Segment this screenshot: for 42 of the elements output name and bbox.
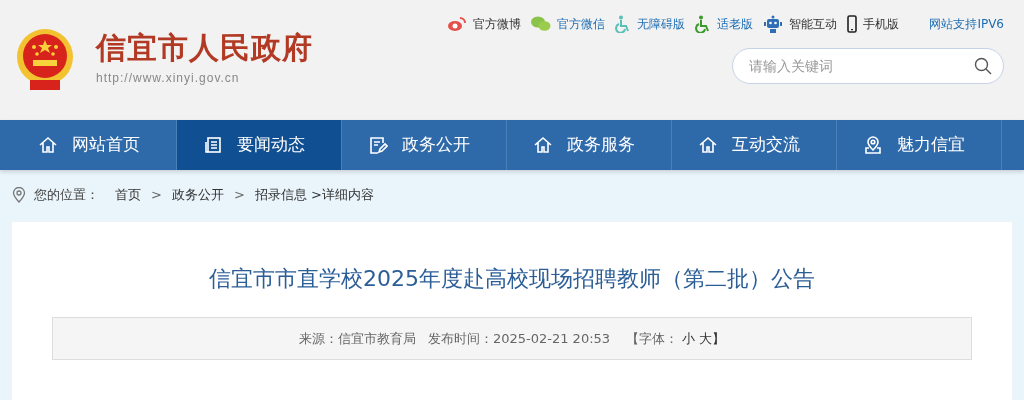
top-link[interactable]: 无障碍版 <box>637 15 686 33</box>
top-link[interactable]: 手机版 <box>863 15 900 33</box>
nav-tab[interactable]: 政务服务 <box>507 120 672 170</box>
location-icon <box>863 135 883 155</box>
source-text: 来源：信宜市教育局 <box>298 329 416 348</box>
emblem-icon <box>16 28 74 92</box>
nav-tab[interactable]: 要闻动态 <box>177 120 342 170</box>
weibo-icon <box>447 16 468 32</box>
search-icon[interactable] <box>974 57 992 75</box>
site-title: 信宜市人民政府 <box>96 33 313 63</box>
font-size-label: 【字体： <box>626 329 679 348</box>
top-link[interactable]: 官方微博 <box>473 15 522 33</box>
nav-tab[interactable]: 政务公开 <box>342 120 507 170</box>
top-link[interactable]: 适老版 <box>717 15 754 33</box>
document-edit-icon <box>368 135 388 155</box>
article-title: 信宜市市直学校2025年度赴高校现场招聘教师（第二批）公告 <box>208 265 816 293</box>
wheelchair-icon <box>615 15 632 33</box>
search-field[interactable]: 请输入关键词 <box>732 48 1004 84</box>
chat-bubbles-icon <box>531 16 552 32</box>
home-icon <box>38 135 58 155</box>
nav-tab[interactable]: 魅力信宜 <box>837 120 1002 170</box>
publish-time: 发布时间：2025-02-21 20:53 <box>427 329 611 348</box>
font-small-link[interactable]: 小 <box>682 328 696 349</box>
site-url: http://www.xinyi.gov.cn <box>96 70 241 87</box>
nav-tab[interactable]: 互动交流 <box>672 120 837 170</box>
ipv6-link[interactable]: 网站支持IPV6 <box>929 15 1004 33</box>
document-icon <box>203 135 223 155</box>
location-icon <box>12 187 26 203</box>
breadcrumb-link[interactable]: 政务公开 <box>171 185 224 205</box>
phone-icon <box>847 15 858 33</box>
home-icon <box>533 135 553 155</box>
breadcrumb-link[interactable]: 招录信息 >详细内容 <box>254 185 374 205</box>
home-icon <box>698 135 718 155</box>
breadcrumb-label: 您的位置： <box>34 186 99 205</box>
top-link[interactable]: 智能互动 <box>789 15 838 33</box>
wheelchair-icon <box>695 15 712 33</box>
breadcrumb-separator: > <box>232 186 246 205</box>
robot-icon <box>763 15 784 33</box>
breadcrumb-separator: > <box>150 186 163 205</box>
font-large-link[interactable]: 大】 <box>699 328 726 349</box>
top-link[interactable]: 官方微信 <box>557 15 606 33</box>
breadcrumb-link[interactable]: 首页 <box>115 185 141 205</box>
